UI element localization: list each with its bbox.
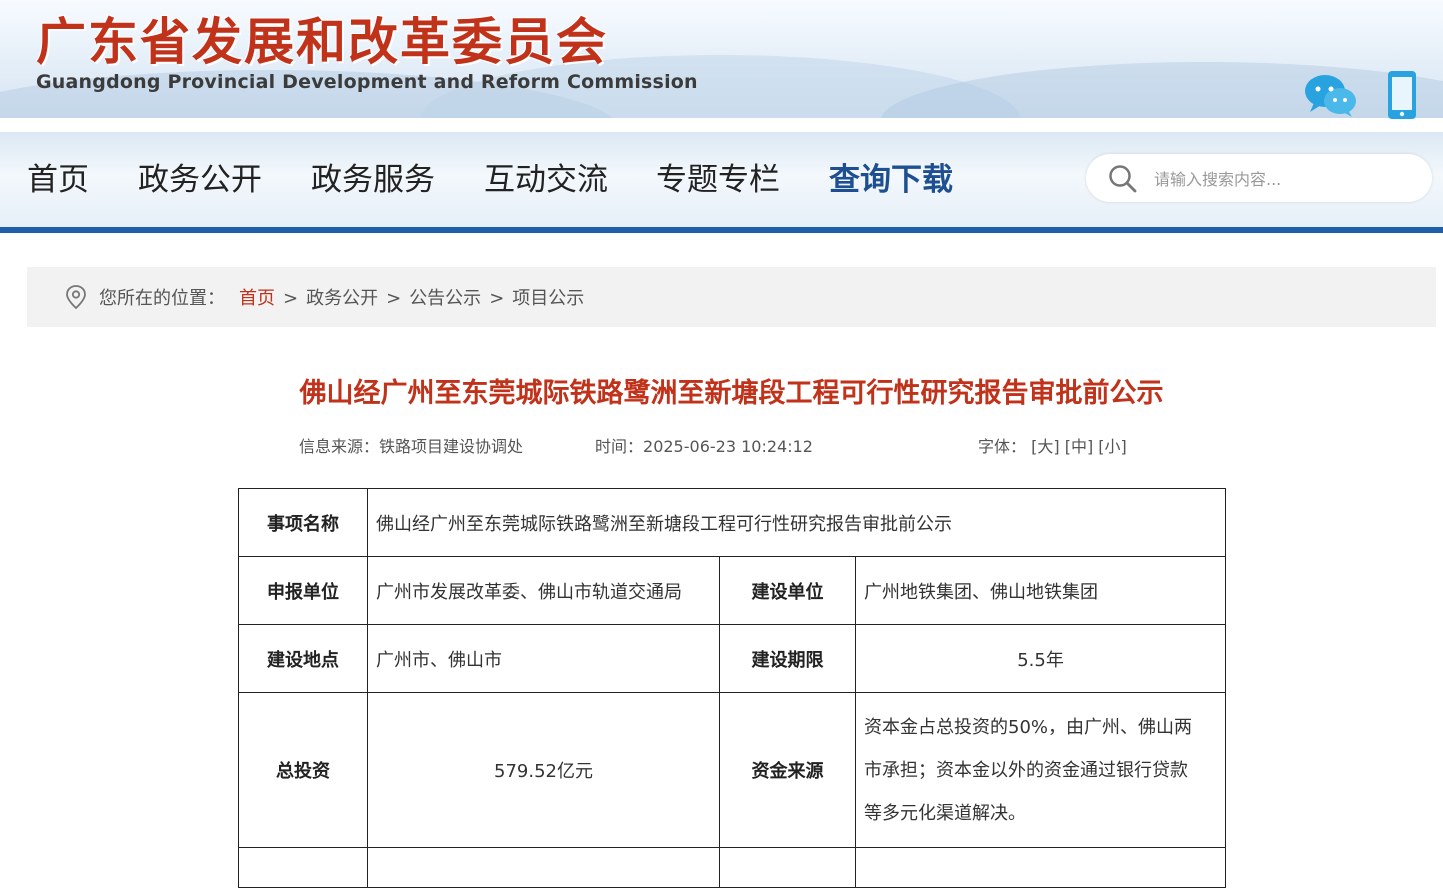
table-row: 建设地点 广州市、佛山市 建设期限 5.5年: [238, 624, 1227, 693]
site-subtitle: Guangdong Provincial Development and Ref…: [36, 71, 698, 93]
article-title: 佛山经广州至东莞城际铁路鹭洲至新塘段工程可行性研究报告审批前公示: [299, 378, 1164, 409]
source-label: 信息来源：: [299, 437, 380, 456]
table-row: 事项名称 佛山经广州至东莞城际铁路鹭洲至新塘段工程可行性研究报告审批前公示: [238, 488, 1227, 557]
item-name-label: 事项名称: [238, 488, 368, 557]
article-time: 时间：2025-06-23 10:24:12: [595, 433, 813, 457]
table-cell: [238, 847, 368, 888]
location-label: 建设地点: [238, 624, 368, 693]
nav-query-download[interactable]: 查询下载: [829, 158, 953, 202]
builder-value: 广州地铁集团、佛山地铁集团: [854, 556, 1227, 625]
nav-special-topics[interactable]: 专题专栏: [656, 158, 780, 202]
funding-label: 资金来源: [719, 692, 856, 848]
font-size-label: 字体：: [978, 437, 1027, 456]
breadcrumb-separator: >: [386, 288, 402, 309]
funding-value: 资本金占总投资的50%，由广州、佛山两 市承担；资本金以外的资金通过银行贷款 等…: [854, 692, 1227, 848]
table-row: [238, 847, 1227, 888]
applicant-value: 广州市发展改革委、佛山市轨道交通局: [367, 556, 720, 625]
source-value: 铁路项目建设协调处: [379, 437, 524, 456]
breadcrumb-government-affairs[interactable]: 政务公开: [306, 288, 378, 309]
table-cell: [854, 847, 1227, 888]
nav-interaction[interactable]: 互动交流: [484, 158, 608, 202]
table-row: 总投资 579.52亿元 资金来源 资本金占总投资的50%，由广州、佛山两 市承…: [238, 692, 1227, 848]
breadcrumb: 您所在的位置： 首页 > 政务公开 > 公告公示 > 项目公示: [27, 267, 1436, 327]
article-source: 信息来源：铁路项目建设协调处: [299, 433, 523, 457]
font-size-small[interactable]: [小]: [1098, 437, 1127, 456]
font-size-large[interactable]: [大]: [1031, 437, 1060, 456]
nav-divider: [0, 227, 1443, 233]
search-icon[interactable]: [1108, 164, 1138, 194]
breadcrumb-home[interactable]: 首页: [239, 288, 275, 309]
item-name-value: 佛山经广州至东莞城际铁路鹭洲至新塘段工程可行性研究报告审批前公示: [366, 488, 1227, 557]
investment-label: 总投资: [238, 692, 368, 848]
breadcrumb-project-notices[interactable]: 项目公示: [512, 288, 584, 309]
project-info-table: 事项名称 佛山经广州至东莞城际铁路鹭洲至新塘段工程可行性研究报告审批前公示 申报…: [238, 488, 1227, 888]
breadcrumb-label: 您所在的位置：: [99, 288, 225, 309]
search-box: [1086, 154, 1432, 202]
funding-line: 市承担；资本金以外的资金通过银行贷款: [864, 759, 1188, 781]
font-size-medium[interactable]: [中]: [1065, 437, 1094, 456]
funding-line: 等多元化渠道解决。: [864, 802, 1026, 824]
location-value: 广州市、佛山市: [367, 624, 720, 693]
builder-label: 建设单位: [719, 556, 856, 625]
time-label: 时间：: [595, 437, 644, 456]
breadcrumb-announcements[interactable]: 公告公示: [409, 288, 481, 309]
funding-line: 资本金占总投资的50%，由广州、佛山两: [864, 716, 1193, 738]
breadcrumb-separator: >: [489, 288, 505, 309]
font-size-control: 字体： [大] [中] [小]: [978, 433, 1127, 457]
breadcrumb-separator: >: [283, 288, 299, 309]
site-title: 广东省发展和改革委员会: [36, 13, 608, 71]
nav-government-services[interactable]: 政务服务: [311, 158, 435, 202]
investment-value: 579.52亿元: [367, 692, 720, 848]
table-cell: [367, 847, 720, 888]
table-row: 申报单位 广州市发展改革委、佛山市轨道交通局 建设单位 广州地铁集团、佛山地铁集…: [238, 556, 1227, 625]
nav-home[interactable]: 首页: [27, 158, 89, 202]
location-pin-icon: [66, 285, 86, 310]
time-value: 2025-06-23 10:24:12: [643, 437, 813, 456]
search-input[interactable]: [1152, 164, 1416, 194]
wechat-icon[interactable]: [1304, 72, 1358, 118]
applicant-label: 申报单位: [238, 556, 368, 625]
nav-government-affairs[interactable]: 政务公开: [138, 158, 262, 202]
mobile-phone-icon[interactable]: [1386, 70, 1418, 120]
table-cell: [719, 847, 856, 888]
period-value: 5.5年: [854, 624, 1227, 693]
period-label: 建设期限: [719, 624, 856, 693]
